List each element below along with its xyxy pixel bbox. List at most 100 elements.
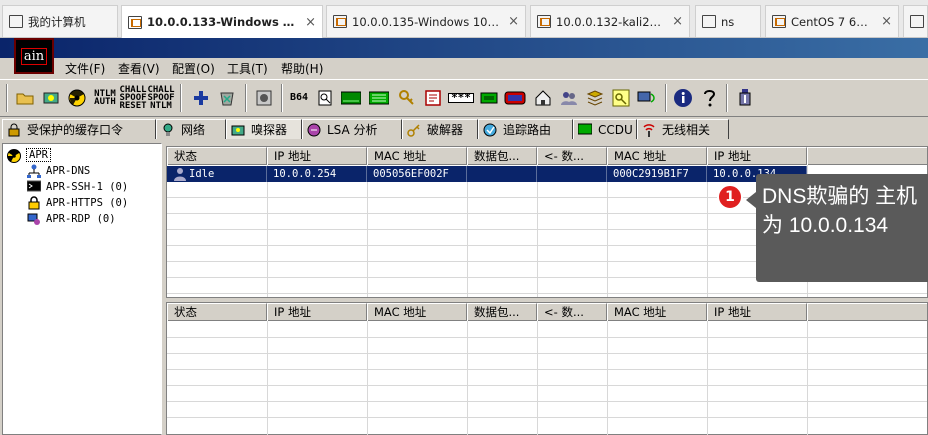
- menu-view[interactable]: 查看(V): [118, 60, 160, 77]
- tab-ccdu[interactable]: CCDU: [573, 119, 637, 139]
- tree-node-apr-rdp[interactable]: APR-RDP (0): [27, 212, 116, 225]
- hash-calc-icon[interactable]: [314, 86, 336, 110]
- stack-icon[interactable]: [584, 86, 606, 110]
- tab-cracker[interactable]: 破解器: [402, 119, 478, 139]
- col-mac-2[interactable]: MAC 地址: [607, 303, 707, 321]
- traceroute-icon: [483, 123, 497, 137]
- info-icon[interactable]: [672, 86, 694, 110]
- menu-tools[interactable]: 工具(T): [227, 60, 268, 77]
- col-mac-2[interactable]: MAC 地址: [607, 147, 707, 165]
- vm-tab-windows-server[interactable]: 10.0.0.133-Windows Serv... ×: [121, 5, 323, 38]
- close-icon[interactable]: ×: [508, 14, 519, 29]
- vm-icon: [333, 15, 347, 28]
- tree-node-apr-https[interactable]: APR-HTTPS (0): [27, 196, 128, 210]
- col-filler: [807, 303, 927, 321]
- router-icon[interactable]: [253, 86, 275, 110]
- vm-tab-windows-10[interactable]: 10.0.0.135-Windows 10 x64 ×: [326, 5, 526, 37]
- key-icon: [407, 123, 421, 137]
- open-folder-icon[interactable]: [14, 86, 36, 110]
- col-ip[interactable]: IP 地址: [267, 147, 367, 165]
- wireless-icon[interactable]: [340, 86, 362, 110]
- chall-spoof-reset-icon[interactable]: CHALL SPOOF RESET: [119, 86, 146, 111]
- col-status[interactable]: 状态: [167, 303, 267, 321]
- vm-icon: [537, 15, 551, 28]
- tree-node-apr[interactable]: APR: [7, 148, 51, 163]
- password-stars-icon[interactable]: ***: [448, 86, 474, 110]
- col-status[interactable]: 状态: [167, 147, 267, 165]
- users-icon[interactable]: [558, 86, 580, 110]
- tab-cached-passwords[interactable]: 受保护的缓存口令: [2, 119, 156, 139]
- tree-node-label: APR-RDP (0): [46, 212, 116, 225]
- col-ip[interactable]: IP 地址: [267, 303, 367, 321]
- remote-desktop-icon[interactable]: [636, 86, 658, 110]
- vm-tab-kali[interactable]: 10.0.0.132-kali2021 ×: [530, 5, 690, 37]
- col-packets-in[interactable]: <- 数...: [537, 303, 607, 321]
- tab-wireless[interactable]: 无线相关: [637, 119, 729, 139]
- vm-tab-centos[interactable]: CentOS 7 64 位 ×: [765, 5, 899, 37]
- col-packets-out[interactable]: 数据包...: [467, 147, 537, 165]
- add-icon[interactable]: [190, 86, 212, 110]
- menu-help[interactable]: 帮助(H): [281, 60, 323, 77]
- ntlm-auth-icon[interactable]: NTLM AUTH: [94, 86, 116, 110]
- vm-tab-my-computer[interactable]: 我的计算机: [2, 5, 118, 37]
- rdp-icon: [27, 212, 41, 225]
- close-icon[interactable]: ×: [881, 14, 892, 29]
- sniffer-icon: [231, 123, 245, 137]
- idle-host-icon: [173, 167, 187, 181]
- col-ip-2[interactable]: IP 地址: [707, 303, 807, 321]
- annotation-tooltip: DNS欺骗的 主机为 10.0.0.134: [756, 174, 928, 282]
- tab-sniffer[interactable]: 嗅探器: [226, 119, 302, 139]
- remove-icon[interactable]: [216, 86, 238, 110]
- tab-label: LSA 分析: [327, 123, 378, 137]
- lsa-secrets-icon[interactable]: [422, 86, 444, 110]
- exit-icon[interactable]: [734, 86, 756, 110]
- vpn-icon[interactable]: [368, 86, 390, 110]
- base64-icon[interactable]: B64: [288, 86, 310, 110]
- cain-logo: ain: [14, 38, 54, 74]
- vm-icon: [910, 15, 924, 28]
- menu-file[interactable]: 文件(F): [65, 60, 105, 77]
- close-icon[interactable]: ×: [305, 15, 316, 30]
- toolbar-separator: [281, 84, 283, 112]
- key-icon[interactable]: [396, 86, 418, 110]
- tree-node-apr-dns[interactable]: APR-DNS: [27, 164, 90, 178]
- vm-tab-overflow[interactable]: [903, 5, 928, 37]
- col-ip-2[interactable]: IP 地址: [707, 147, 807, 165]
- close-icon[interactable]: ×: [672, 14, 683, 29]
- monitor-icon[interactable]: [504, 86, 526, 110]
- col-mac[interactable]: MAC 地址: [367, 147, 467, 165]
- tab-network[interactable]: 网络: [156, 119, 226, 139]
- lower-host-grid: 状态 IP 地址 MAC 地址 数据包... <- 数... MAC 地址 IP…: [166, 302, 928, 435]
- vm-tab-label: 10.0.0.135-Windows 10 x64: [352, 14, 501, 29]
- apr-start-icon[interactable]: [66, 86, 88, 110]
- tree-node-apr-ssh[interactable]: APR-SSH-1 (0): [26, 180, 128, 193]
- tab-label: 嗅探器: [251, 123, 288, 137]
- chall-spoof-ntlm-icon[interactable]: CHALL SPOOF NTLM: [147, 86, 174, 111]
- annotation-badge: 1: [717, 184, 743, 210]
- grid-header: 状态 IP 地址 MAC 地址 数据包... <- 数... MAC 地址 IP…: [167, 303, 927, 321]
- vm-tab-strip: 我的计算机 10.0.0.133-Windows Serv... × 10.0.…: [0, 0, 928, 38]
- house-icon[interactable]: [532, 86, 554, 110]
- tab-label: 受保护的缓存口令: [27, 123, 124, 137]
- vm-tab-ns[interactable]: ns: [695, 5, 761, 37]
- col-packets-out[interactable]: 数据包...: [467, 303, 537, 321]
- menu-config[interactable]: 配置(O): [172, 60, 215, 77]
- tab-lsa[interactable]: LSA 分析: [302, 119, 402, 139]
- cert-key-icon[interactable]: [610, 86, 632, 110]
- col-packets-in[interactable]: <- 数...: [537, 147, 607, 165]
- help-icon[interactable]: [698, 86, 720, 110]
- vm-tab-label: ns: [721, 14, 735, 29]
- terminal-icon: [26, 180, 42, 193]
- table-row[interactable]: Idle 10.0.0.254 005056EF002F 000C2919B1F…: [167, 166, 807, 182]
- sniffer-start-icon[interactable]: [40, 86, 62, 110]
- tab-label: 追踪路由: [503, 123, 552, 137]
- network-card-icon[interactable]: [478, 86, 500, 110]
- dns-icon: [27, 164, 41, 178]
- cell-mac: 005056EF002F: [367, 166, 467, 182]
- toolbar: NTLM AUTH CHALL SPOOF RESET CHALL SPOOF …: [0, 79, 928, 117]
- cell-mac-2: 000C2919B1F7: [607, 166, 707, 182]
- cell-status-text: Idle: [189, 168, 215, 180]
- tab-traceroute[interactable]: 追踪路由: [478, 119, 573, 139]
- toolbar-separator: [726, 84, 728, 112]
- col-mac[interactable]: MAC 地址: [367, 303, 467, 321]
